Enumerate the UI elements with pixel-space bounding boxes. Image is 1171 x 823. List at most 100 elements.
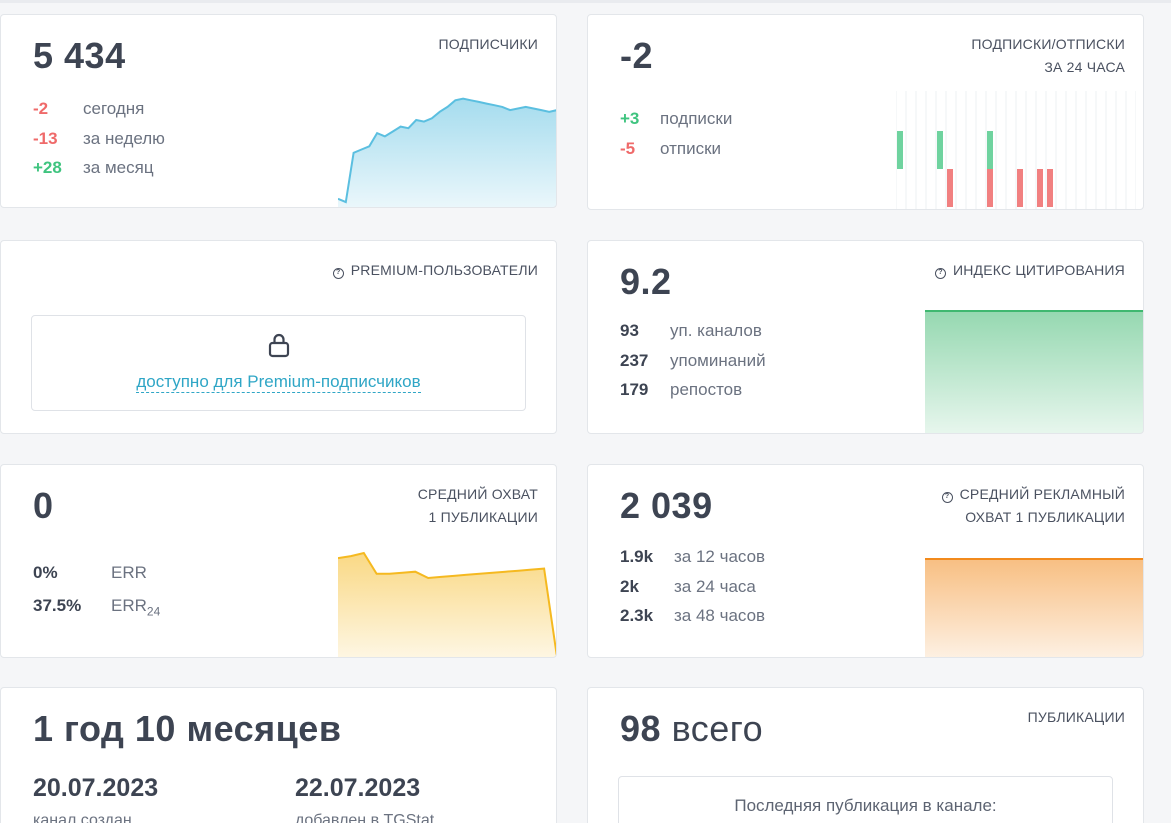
citation-label: ? ИНДЕКС ЦИТИРОВАНИЯ	[934, 259, 1125, 282]
citation-index: 9.2	[620, 261, 672, 302]
subscribers-chart[interactable]	[338, 85, 557, 208]
publications-card[interactable]: 98 всего ПУБЛИКАЦИИ Последняя публикация…	[587, 687, 1144, 823]
label-line: ПОДПИСКИ/ОТПИСКИ	[971, 36, 1125, 52]
stat-value: 1.9k	[620, 547, 654, 566]
stat-text: уп. каналов	[670, 321, 762, 340]
ad-reach-value: 2 039	[620, 485, 713, 526]
stat-row: -13 за неделю	[33, 129, 165, 159]
added-date: 22.07.2023	[295, 774, 421, 802]
unsubscribe-bar[interactable]	[1047, 169, 1053, 207]
stat-row: 179 репостов	[620, 380, 766, 410]
top-bar	[0, 0, 1171, 3]
unsubscribe-bar[interactable]	[987, 169, 993, 207]
stat-row: +28 за месяц	[33, 158, 165, 188]
premium-locked-box: доступно для Premium-подписчиков	[31, 315, 526, 411]
stat-row: 2k за 24 часа	[620, 577, 765, 607]
stat-row: 237 упоминаний	[620, 351, 766, 381]
stat-value: -2	[33, 99, 49, 118]
stat-value: 93	[620, 321, 639, 340]
ad-reach-chart[interactable]	[925, 553, 1144, 658]
stat-row: 2.3k за 48 часов	[620, 606, 765, 636]
created-date: 20.07.2023	[33, 774, 159, 802]
citation-card[interactable]: 9.2 ? ИНДЕКС ЦИТИРОВАНИЯ 93 уп. каналов 23…	[587, 240, 1144, 434]
unsubscribe-bar[interactable]	[1017, 169, 1023, 207]
unsubscribe-bar[interactable]	[1037, 169, 1043, 207]
premium-label: ? PREMIUM-ПОЛЬЗОВАТЕЛИ	[332, 259, 538, 282]
stat-text: сегодня	[83, 99, 145, 118]
err24-label: ERR24	[111, 596, 160, 618]
subscribe-bar[interactable]	[937, 131, 943, 169]
stat-text: репостов	[670, 380, 743, 399]
stat-value: +3	[620, 109, 640, 128]
last-publication-box[interactable]: Последняя публикация в канале:	[618, 776, 1113, 823]
stat-text: подписки	[660, 109, 733, 128]
stat-text: за 12 часов	[674, 547, 766, 566]
stat-value: -13	[33, 128, 58, 148]
lock-icon	[268, 333, 290, 358]
stat-row: 0% ERR	[33, 563, 160, 596]
stat-value: 2k	[620, 576, 639, 596]
help-icon[interactable]: ?	[934, 268, 946, 279]
stat-row: -5 отписки	[620, 139, 732, 169]
premium-link-text[interactable]: доступно для Premium-подписчиков	[136, 372, 421, 393]
channel-age: 1 год 10 месяцев	[33, 708, 342, 749]
stat-value: 2.3k	[620, 606, 654, 625]
label-line: 1 ПУБЛИКАЦИИ	[428, 509, 538, 525]
ad-reach-stats: 1.9k за 12 часов 2k за 24 часа 2.3k за 48 ч…	[620, 547, 765, 636]
last-publication-text: Последняя публикация в канале:	[734, 796, 997, 815]
label-line: СРЕДНИЙ ОХВАТ	[417, 486, 538, 502]
stat-row: 93 уп. каналов	[620, 321, 766, 351]
subscribers-count: 5 434	[33, 35, 126, 76]
subs-unsubs-stats: +3 подписки -5 отписки	[620, 109, 732, 168]
stat-row: 1.9k за 12 часов	[620, 547, 765, 577]
chart-area	[338, 553, 556, 657]
stat-row: +3 подписки	[620, 109, 732, 139]
avg-reach-label: СРЕДНИЙ ОХВАТ 1 ПУБЛИКАЦИИ	[418, 483, 538, 529]
avg-reach-card[interactable]: 0 СРЕДНИЙ ОХВАТ 1 ПУБЛИКАЦИИ 0% ERR 37.5%…	[0, 464, 557, 658]
publications-total: 98 всего	[620, 708, 763, 750]
label-line: ЗА 24 ЧАСА	[1044, 59, 1125, 75]
publications-suffix: всего	[671, 708, 764, 749]
citation-stats: 93 уп. каналов 237 упоминаний 179 репостов	[620, 321, 766, 410]
publications-label: ПУБЛИКАЦИИ	[1027, 709, 1125, 725]
publications-count: 98	[620, 708, 662, 749]
chart-area	[925, 311, 1143, 433]
stat-value: 237	[620, 350, 649, 370]
err-label: ERR	[111, 563, 147, 582]
subscribe-bar[interactable]	[897, 131, 903, 169]
unsubscribe-bar[interactable]	[947, 169, 953, 207]
citation-label-text: ИНДЕКС ЦИТИРОВАНИЯ	[952, 262, 1125, 278]
stat-text: упоминаний	[670, 350, 766, 370]
ad-reach-label: ? СРЕДНИЙ РЕКЛАМНЫЙ ОХВАТ 1 ПУБЛИКАЦИИ	[941, 483, 1125, 529]
avg-reach-value: 0	[33, 485, 54, 526]
stat-value: -5	[620, 138, 636, 158]
subs-unsubs-delta: -2	[620, 35, 654, 76]
err-value: 0%	[33, 563, 58, 582]
ad-reach-card[interactable]: 2 039 ? СРЕДНИЙ РЕКЛАМНЫЙ ОХВАТ 1 ПУБЛИКА…	[587, 464, 1144, 658]
err24-subscript: 24	[146, 604, 161, 619]
subscribe-bar[interactable]	[987, 131, 993, 169]
premium-link[interactable]: доступно для Premium-подписчиков	[32, 372, 525, 393]
citation-chart[interactable]	[925, 305, 1144, 434]
stat-value: 179	[620, 380, 649, 399]
stat-text: за 48 часов	[674, 606, 766, 625]
created-label: канал создан	[33, 812, 132, 823]
subscribers-label: ПОДПИСЧИКИ	[438, 36, 538, 52]
avg-reach-chart[interactable]	[338, 549, 557, 658]
stat-text: за неделю	[83, 128, 165, 148]
stat-row: 37.5% ERR24	[33, 596, 160, 629]
help-icon[interactable]: ?	[332, 268, 344, 279]
chart-area	[925, 559, 1143, 657]
chart-area	[338, 98, 556, 207]
subs-unsubs-card[interactable]: -2 ПОДПИСКИ/ОТПИСКИ ЗА 24 ЧАСА +3 подписк…	[587, 14, 1144, 210]
stat-value: +28	[33, 158, 62, 177]
subscribers-card[interactable]: 5 434 ПОДПИСЧИКИ -2 сегодня -13 за неделю …	[0, 14, 557, 208]
subs-unsubs-chart[interactable]	[896, 91, 1136, 209]
subscribers-stats: -2 сегодня -13 за неделю +28 за месяц	[33, 99, 165, 188]
help-icon[interactable]: ?	[941, 492, 953, 503]
stat-row: -2 сегодня	[33, 99, 165, 129]
stat-text: за месяц	[83, 158, 154, 177]
err-stats: 0% ERR 37.5% ERR24	[33, 563, 160, 629]
channel-age-card: 1 год 10 месяцев 20.07.2023 канал создан…	[0, 687, 557, 823]
label-line: ? СРЕДНИЙ РЕКЛАМНЫЙ	[941, 483, 1125, 506]
